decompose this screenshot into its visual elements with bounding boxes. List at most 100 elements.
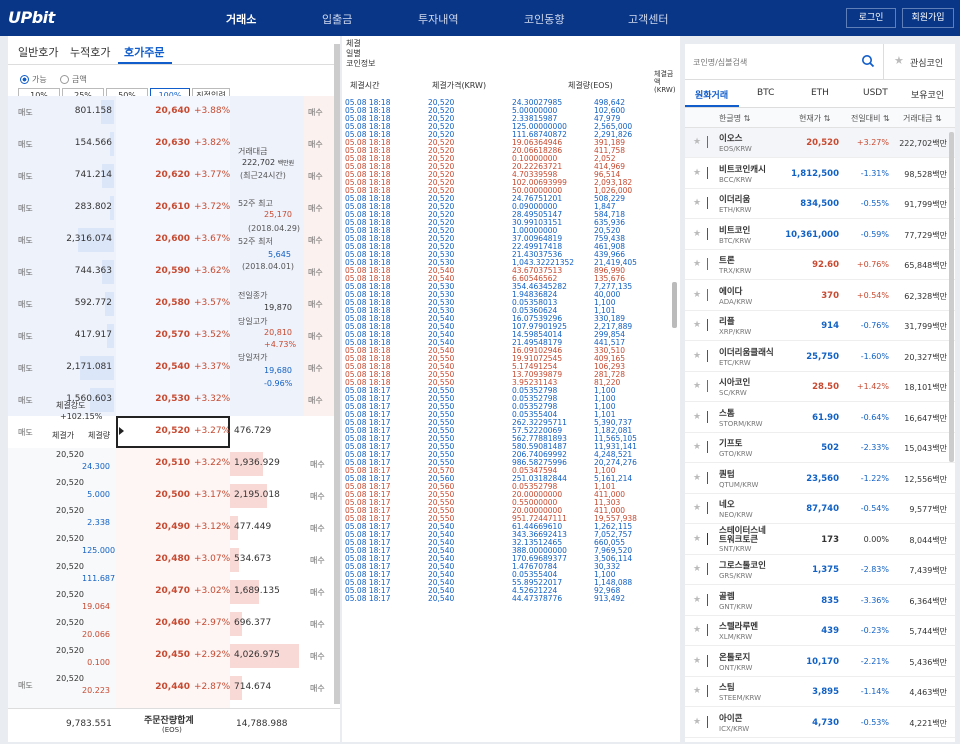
- coin-row[interactable]: ★ 그로스톨코인 GRS/KRW 1,375 -2.83% 7,439백만: [685, 555, 955, 585]
- coin-row[interactable]: ★ 이더리움클래식 ETC/KRW 25,750 -1.60% 20,327백만: [685, 342, 955, 372]
- favorite-star-icon[interactable]: ★: [693, 320, 701, 330]
- mini-candle-icon: [705, 624, 709, 636]
- col-change[interactable]: 전일대비 ⇅: [851, 113, 890, 124]
- col-volume[interactable]: 거래대금 ⇅: [903, 113, 942, 124]
- login-button[interactable]: 로그인: [846, 8, 896, 28]
- tab-holdings[interactable]: 보유코인: [911, 88, 944, 101]
- favorite-star-icon[interactable]: ★: [693, 259, 701, 269]
- mini-candle-icon: [705, 593, 709, 606]
- favorite-star-icon[interactable]: ★: [693, 564, 701, 574]
- bid-side-label: 매수: [310, 588, 325, 597]
- coin-row[interactable]: ★ 기프토 GTO/KRW 502 -2.33% 15,043백만: [685, 433, 955, 463]
- favorite-star-icon[interactable]: ★: [693, 686, 701, 696]
- coin-row[interactable]: ★ 비트코인캐시 BCC/KRW 1,812,500 -1.31% 98,528백만: [685, 159, 955, 189]
- coin-row[interactable]: ★ 이오스 EOS/KRW 20,520 +3.27% 222,702백만: [685, 128, 955, 158]
- coin-row[interactable]: ★ 이더리움 ETH/KRW 834,500 -0.55% 91,799백만: [685, 189, 955, 219]
- nav-coin-trends[interactable]: 코인동향: [524, 11, 564, 27]
- coin-price: 3,895: [812, 687, 839, 697]
- option-amount[interactable]: 금액: [60, 74, 87, 85]
- favorite-star-icon[interactable]: ★: [693, 595, 701, 605]
- tab-orderbook-order[interactable]: 호가주문: [124, 44, 164, 60]
- coin-row[interactable]: ★ 온톨로지 ONT/KRW 10,170 -2.21% 5,436백만: [685, 647, 955, 677]
- coin-row[interactable]: ★ 스텔라루멘 XLM/KRW 439 -0.23% 5,744백만: [685, 616, 955, 646]
- coin-row[interactable]: ★ 트론 TRX/KRW 92.60 +0.76% 65,848백만: [685, 250, 955, 280]
- tab-general-orderbook[interactable]: 일반호가: [18, 44, 58, 60]
- mini-header-qty: 체결량: [88, 431, 111, 440]
- coin-row[interactable]: ★ 네오 NEO/KRW 87,740 -0.54% 9,577백만: [685, 494, 955, 524]
- coin-row[interactable]: ★ 에이다 ADA/KRW 370 +0.54% 62,328백만: [685, 281, 955, 311]
- coin-change: -0.55%: [860, 199, 889, 208]
- favorite-star-icon[interactable]: ★: [693, 290, 701, 300]
- tab-btc[interactable]: BTC: [757, 88, 774, 98]
- favorite-star-icon[interactable]: ★: [693, 168, 701, 178]
- favorite-star-icon[interactable]: ★: [693, 351, 701, 361]
- bid-row[interactable]: 20,450 +2.92% 4,026.975 매수: [8, 640, 340, 672]
- coin-row[interactable]: ★ 스팀 STEEM/KRW 3,895 -1.14% 4,463백만: [685, 677, 955, 707]
- nav-investments[interactable]: 투자내역: [418, 11, 458, 27]
- favorite-star-icon[interactable]: ★: [693, 229, 701, 239]
- favorite-star-icon[interactable]: ★: [693, 381, 701, 391]
- w52-high-date: (2018.04.29): [248, 224, 301, 233]
- coin-row[interactable]: ★ 시아코인 SC/KRW 28.50 +1.42% 18,101백만: [685, 372, 955, 402]
- favorite-star-icon[interactable]: ★: [693, 656, 701, 666]
- mini-trade-qty: 20.066: [82, 630, 110, 639]
- bid-price: 20,470: [155, 586, 190, 596]
- favorite-star-icon[interactable]: ★: [693, 503, 701, 513]
- radio-empty-icon[interactable]: [60, 75, 69, 84]
- ask-row[interactable]: 매도 154.566 20,630 +3.82% 매수: [8, 128, 340, 160]
- mini-candle-icon: [705, 227, 709, 240]
- coin-row[interactable]: ★ 스톰 STORM/KRW 61.90 -0.64% 16,647백만: [685, 403, 955, 433]
- search-input[interactable]: [693, 54, 853, 70]
- ask-price: 20,520: [155, 426, 190, 436]
- coin-row[interactable]: ★ 아이콘 ICX/KRW 4,730 -0.53% 4,221백만: [685, 708, 955, 738]
- nav-exchange[interactable]: 거래소: [226, 11, 256, 27]
- coin-row[interactable]: ★ 퀀텀 QTUM/KRW 23,560 -1.22% 12,556백만: [685, 464, 955, 494]
- favorite-star-icon[interactable]: ★: [693, 625, 701, 635]
- strength-label: 체결강도: [56, 401, 86, 410]
- favorite-star-icon[interactable]: ★: [693, 473, 701, 483]
- bid-side-label: 매수: [310, 620, 325, 629]
- signup-button[interactable]: 회원가입: [902, 8, 954, 28]
- coin-row[interactable]: ★ 비트코인 BTC/KRW 10,361,000 -0.59% 77,729백만: [685, 220, 955, 250]
- coin-row[interactable]: ★ 리플 XRP/KRW 914 -0.76% 31,799백만: [685, 311, 955, 341]
- favorite-star-icon[interactable]: ★: [693, 412, 701, 422]
- trade-row: 05.08 18:18 20,520 20.22263721 414,969: [342, 163, 680, 171]
- upbit-logo[interactable]: UPbit: [8, 8, 55, 27]
- ask-row[interactable]: 매도 744.363 20,590 +3.62% 매수: [8, 256, 340, 288]
- favorite-star-icon[interactable]: ★: [693, 198, 701, 208]
- trades-scrollbar[interactable]: [672, 282, 677, 328]
- coin-search[interactable]: [685, 44, 883, 80]
- market-scrollbar[interactable]: [949, 132, 954, 462]
- nav-customer-center[interactable]: 고객센터: [628, 11, 668, 27]
- favorite-star-icon[interactable]: ★: [693, 137, 701, 147]
- ask-change: +3.72%: [194, 202, 231, 212]
- trade-row: 05.08 18:18 20,520 111.68740872 2,291,826: [342, 131, 680, 139]
- ask-side-label: 매도: [18, 268, 33, 277]
- coin-row[interactable]: ★ 스테이터스네트워크토큰 SNT/KRW 173 0.00% 8,044백만: [685, 525, 955, 555]
- col-name[interactable]: 한글명 ⇅: [719, 113, 750, 124]
- favorite-star-icon[interactable]: ★: [693, 717, 701, 727]
- low-value: 19,680: [264, 366, 292, 375]
- bid-row[interactable]: 20,480 +3.07% 534.673 매수: [8, 544, 340, 576]
- tab-eth[interactable]: ETH: [811, 88, 829, 98]
- mini-trade-qty: 5.000: [87, 490, 110, 499]
- favorite-star-icon[interactable]: ★: [693, 534, 701, 544]
- tab-cumulative-orderbook[interactable]: 누적호가: [70, 44, 110, 60]
- search-icon[interactable]: [861, 54, 875, 68]
- ask-row[interactable]: 매도 801.158 20,640 +3.88% 매수: [8, 96, 340, 128]
- tab-usdt[interactable]: USDT: [863, 88, 888, 98]
- tab-coin-info[interactable]: 코인정보: [346, 58, 375, 69]
- coin-row[interactable]: ★ 골렘 GNT/KRW 835 -3.36% 6,364백만: [685, 586, 955, 616]
- current-right-qty: 476.729: [234, 426, 272, 436]
- orderbook-scrollbar[interactable]: [334, 44, 340, 704]
- ask-row[interactable]: 매도 283.802 20,610 +3.72% 매수: [8, 192, 340, 224]
- trade-row: 05.08 18:17 20,540 4.52621224 92,968: [342, 587, 680, 595]
- ask-qty: 417.917: [74, 330, 112, 340]
- radio-selected-icon[interactable]: [20, 75, 29, 84]
- favorite-star-icon[interactable]: ★: [693, 442, 701, 452]
- nav-deposit-withdraw[interactable]: 입출금: [322, 11, 352, 27]
- tab-krw[interactable]: 원화거래: [695, 88, 728, 101]
- option-possible[interactable]: 가능: [20, 74, 47, 85]
- favorites-toggle[interactable]: ★ 관심코인: [883, 44, 955, 80]
- col-price[interactable]: 현재가 ⇅: [799, 113, 830, 124]
